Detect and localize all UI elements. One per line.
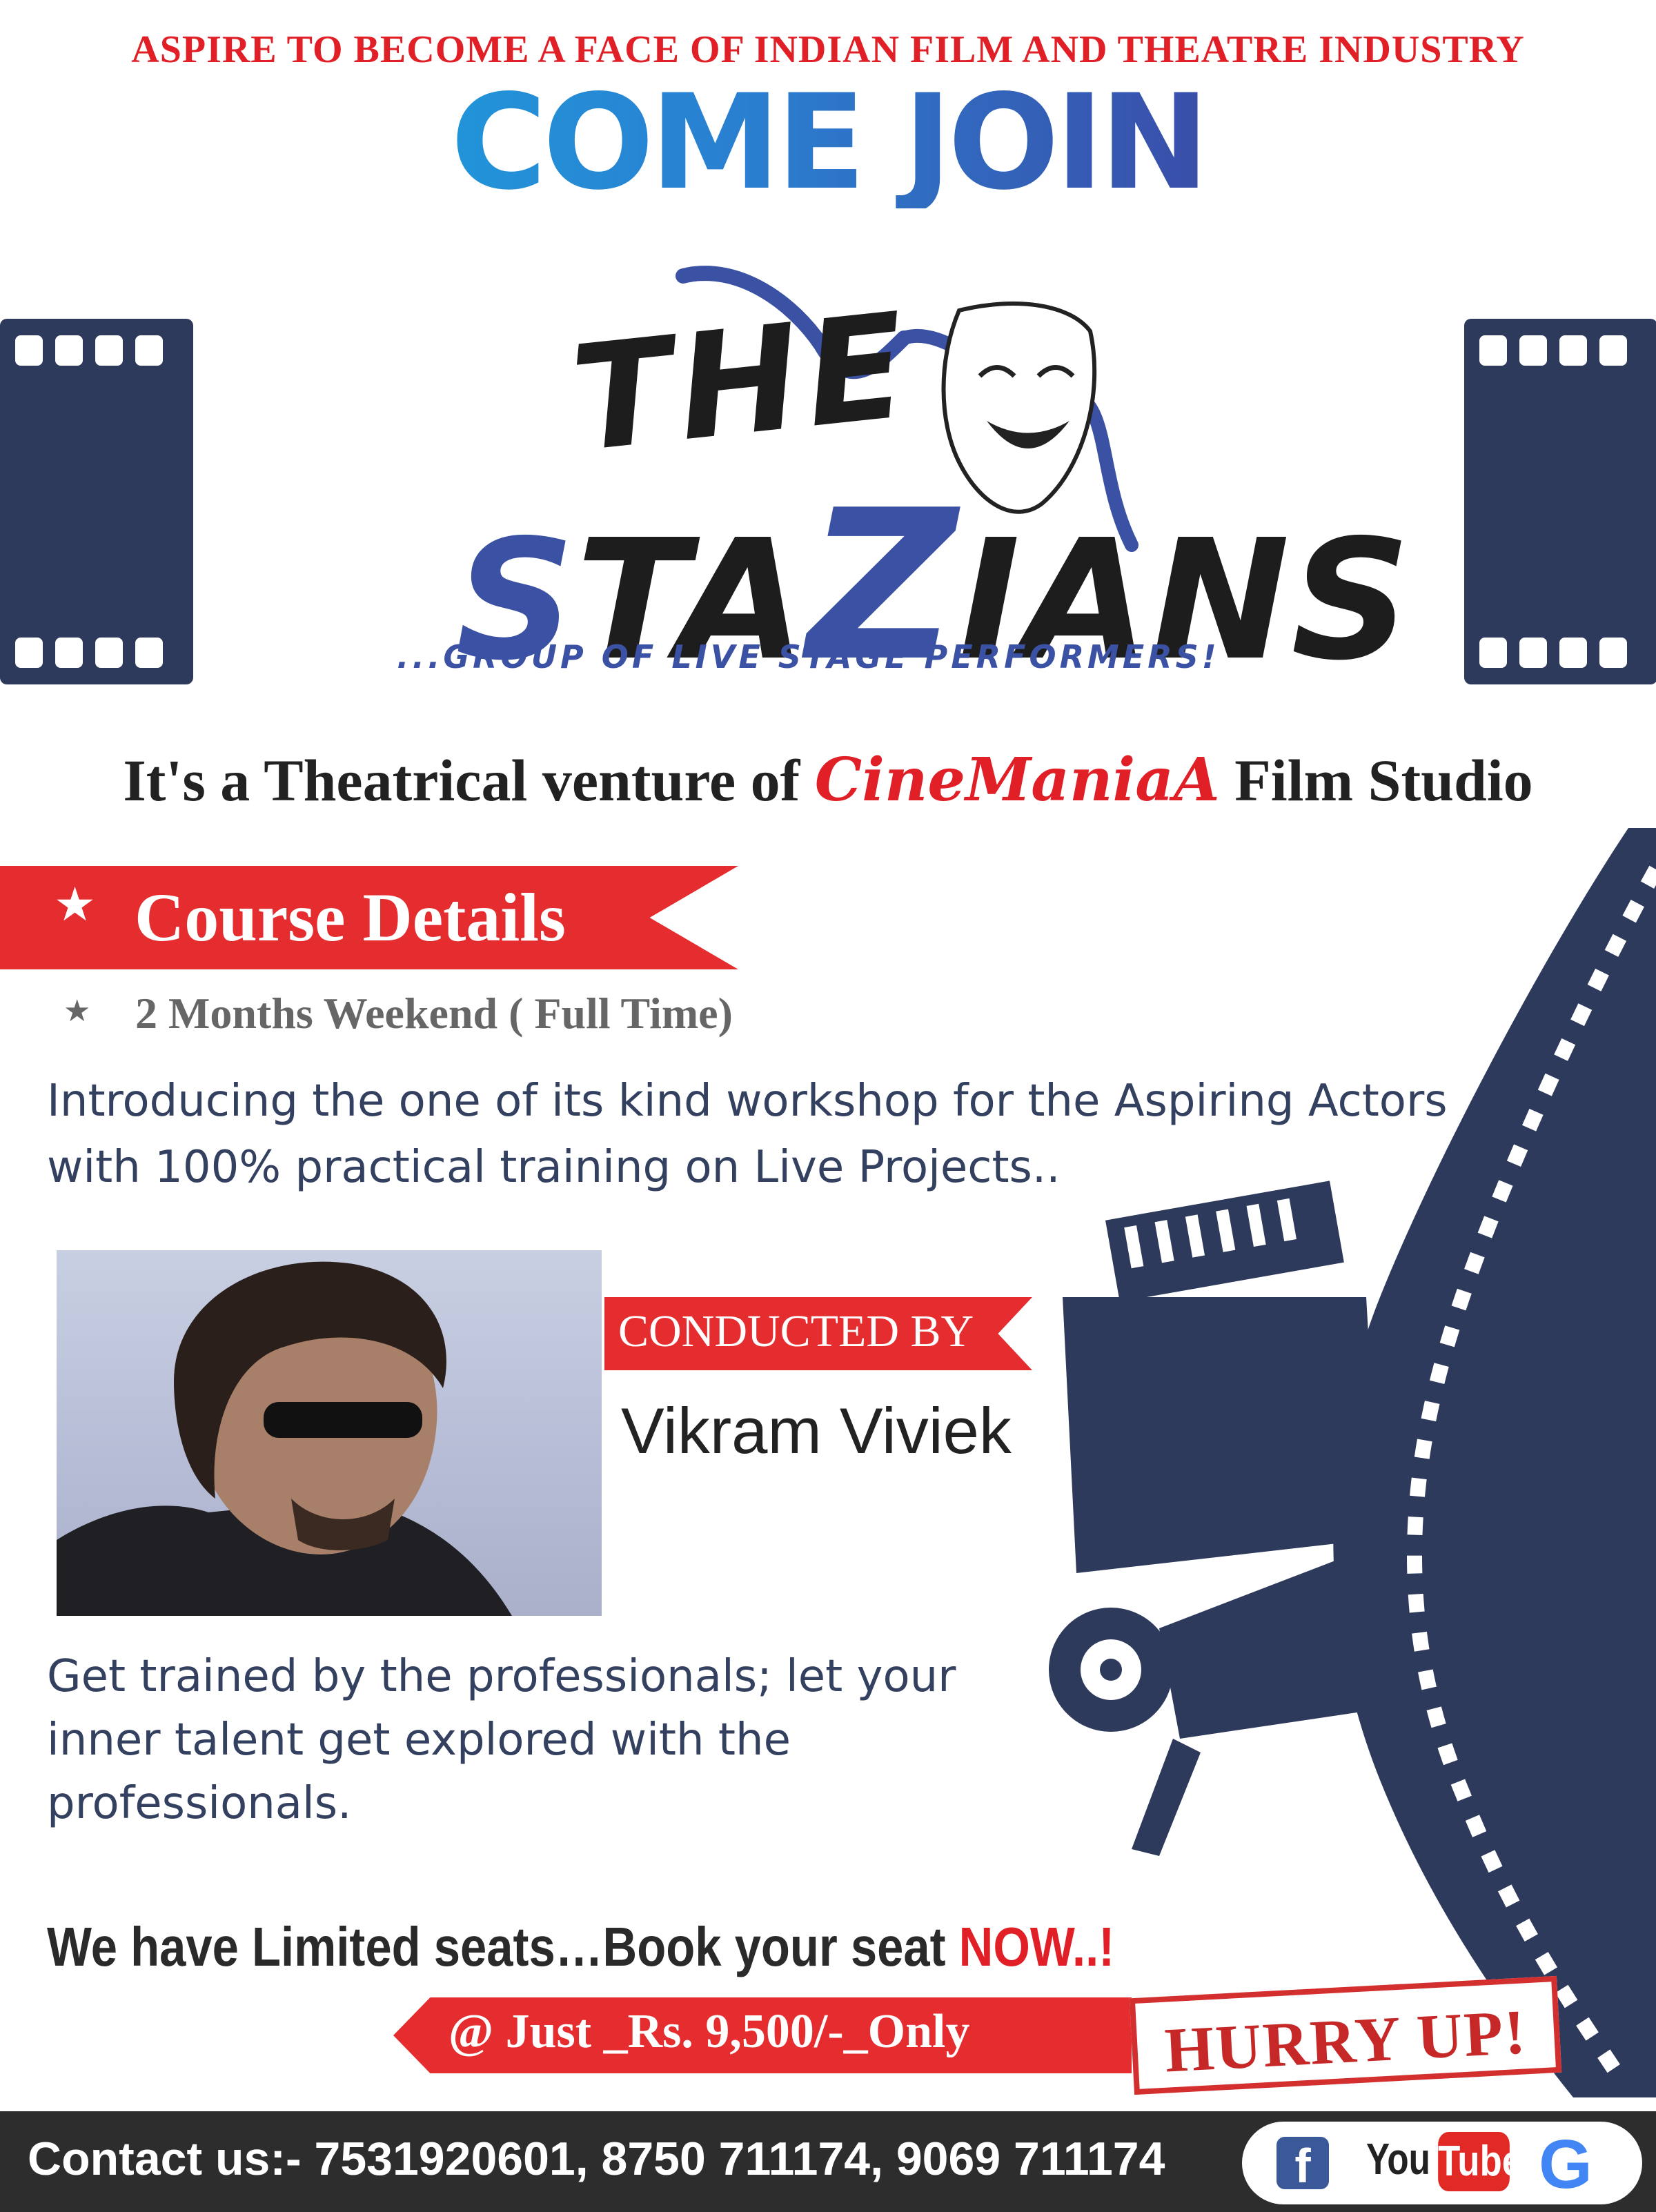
trainer-photo — [57, 1250, 602, 1616]
logo-the: THE — [564, 280, 920, 485]
venture-line: It's a Theatrical venture of CineManiaA … — [0, 745, 1656, 815]
limited-seats-label: We have Limited seats…Book your seat — [47, 1916, 959, 1977]
star-icon: ★ — [54, 878, 96, 931]
tagline: ASPIRE TO BECOME A FACE OF INDIAN FILM A… — [131, 28, 1525, 71]
pitch-text: Get trained by the professionals; let yo… — [47, 1651, 956, 1829]
star-icon: ★ — [63, 994, 91, 1028]
limited-seats-text: We have Limited seats…Book your seat NOW… — [47, 1915, 1114, 1979]
youtube-tube-icon[interactable]: Tube — [1438, 2132, 1522, 2191]
headline: COME JOIN — [0, 77, 1656, 208]
conducted-by-label: CONDUCTED BY — [618, 1306, 974, 1356]
course-intro: Introducing the one of its kind workshop… — [47, 1076, 1448, 1193]
course-duration: 2 Months Weekend ( Full Time) — [135, 989, 733, 1038]
logo-subtitle: ...GROUP OF LIVE STAGE PERFORMERS! — [397, 638, 1220, 675]
youtube-icon[interactable]: You — [1366, 2133, 1430, 2184]
contact-info: Contact us:- 7531920601, 8750 711174, 90… — [28, 2133, 1165, 2185]
now-label: NOW..! — [958, 1916, 1115, 1977]
google-icon[interactable]: G — [1539, 2125, 1593, 2204]
venture-prefix: It's a Theatrical venture of — [123, 747, 815, 813]
course-title: Course Details — [135, 879, 566, 956]
film-strip-right-icon — [1464, 319, 1656, 684]
facebook-icon[interactable]: f — [1276, 2137, 1329, 2193]
venture-suffix: Film Studio — [1219, 747, 1533, 813]
trainer-name: Vikram Viviek — [621, 1394, 1012, 1467]
venture-brand: CineManiaA — [814, 745, 1220, 815]
price-text: @ Just _Rs. 9,500/-_Only — [448, 2005, 970, 2058]
film-strip-left-icon — [0, 319, 193, 684]
